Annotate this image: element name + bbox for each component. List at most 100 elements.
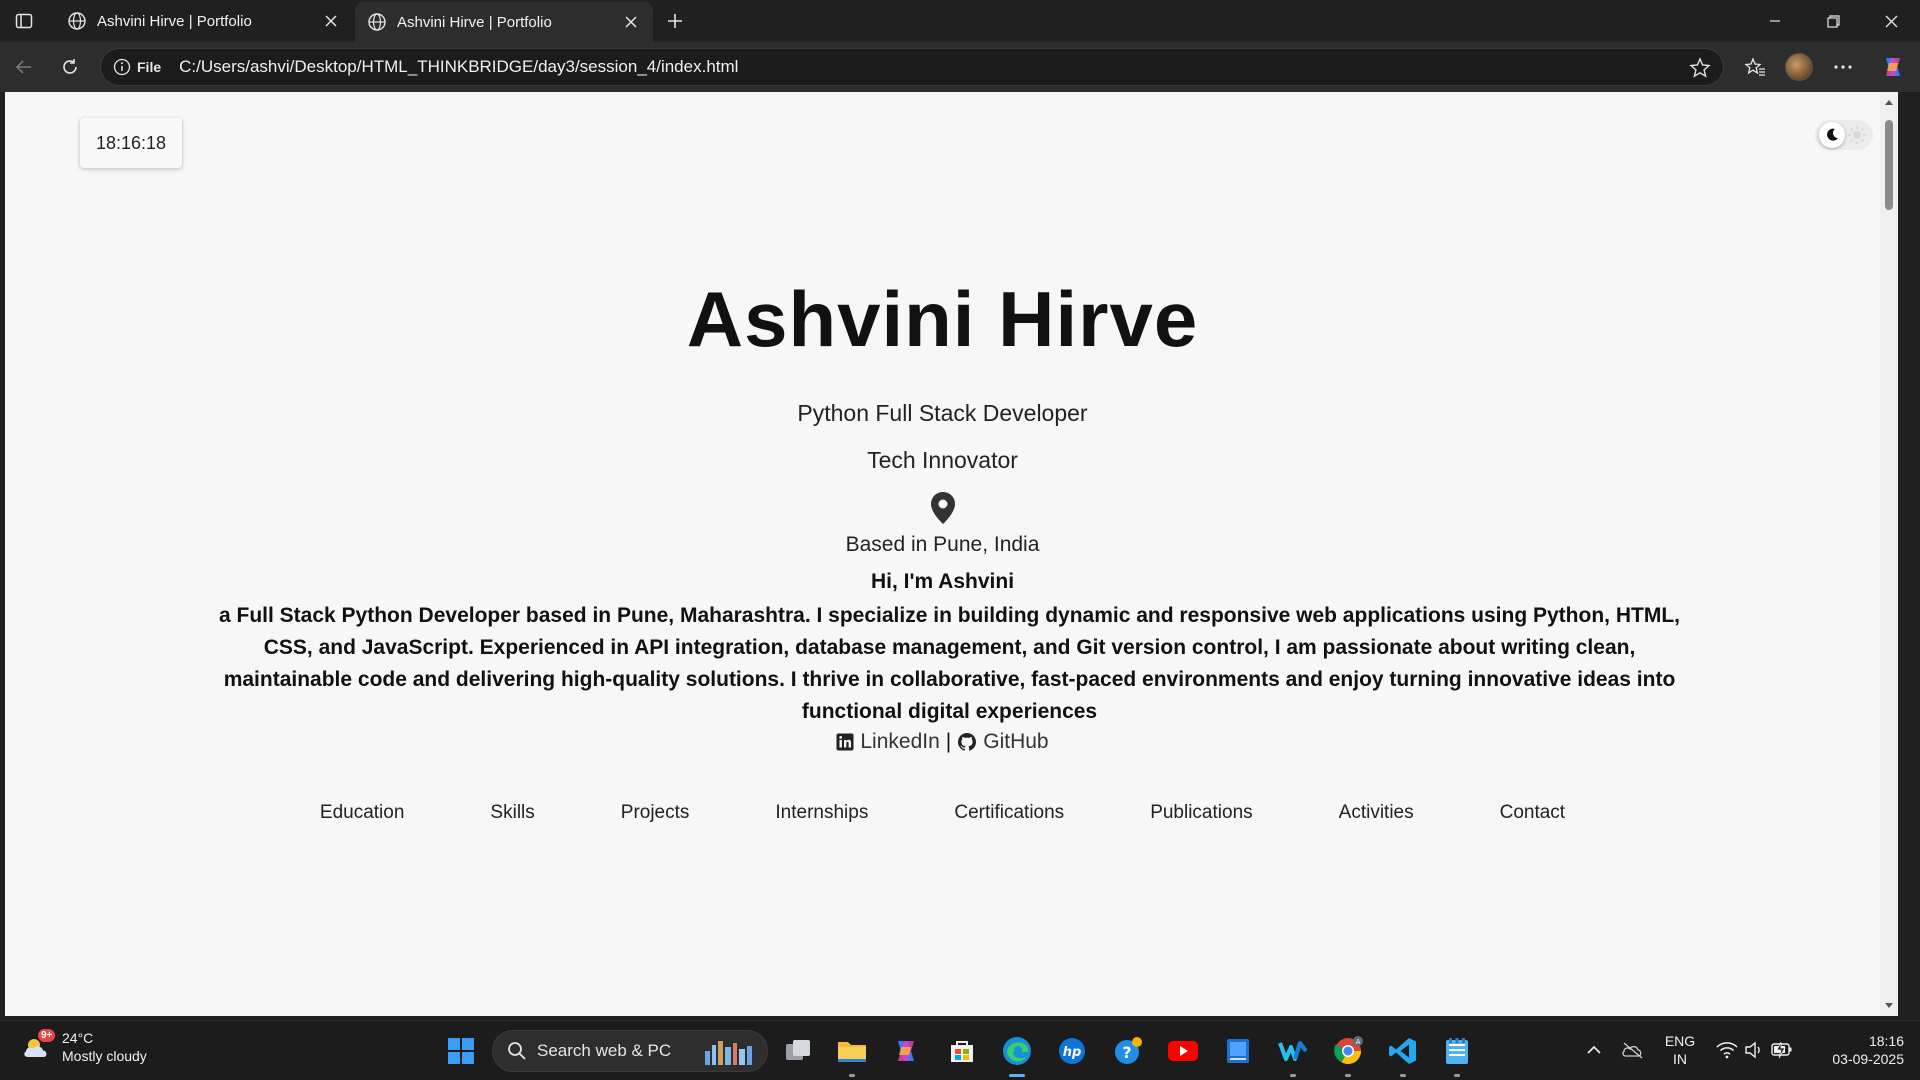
linkedin-link[interactable]: LinkedIn (836, 730, 940, 754)
close-icon (625, 16, 637, 28)
taskbar-app-blue[interactable] (1218, 1031, 1258, 1071)
nav-education[interactable]: Education (277, 802, 448, 824)
linkedin-label: LinkedIn (860, 730, 940, 753)
taskbar-notepad[interactable] (1437, 1031, 1477, 1077)
chevron-up-icon (1587, 1045, 1601, 1054)
nav-projects[interactable]: Projects (578, 802, 733, 824)
nav-publications[interactable]: Publications (1107, 802, 1295, 824)
star-icon (1689, 57, 1711, 78)
page-title: Ashvini Hirve (686, 275, 1199, 363)
arrow-left-icon (15, 60, 31, 74)
taskbar-edge[interactable] (997, 1031, 1037, 1077)
location-text: Based in Pune, India (845, 533, 1040, 556)
github-label: GitHub (983, 730, 1049, 753)
scroll-down-arrow-icon[interactable] (1884, 1000, 1894, 1010)
taskbar-file-explorer[interactable] (832, 1031, 872, 1077)
address-bar[interactable]: File C:/Users/ashvi/Desktop/HTML_THINKBR… (100, 48, 1724, 86)
nav-activities[interactable]: Activities (1296, 802, 1457, 824)
sun-icon (1848, 126, 1866, 144)
profile-button[interactable] (1782, 51, 1816, 83)
taskbar-vscode[interactable] (1383, 1031, 1423, 1077)
moon-icon (1827, 128, 1838, 141)
linkedin-icon (836, 733, 854, 751)
svg-text:A: A (1356, 1038, 1361, 1046)
help-icon: ? (1115, 1037, 1142, 1064)
onedrive-button[interactable] (1618, 1035, 1648, 1065)
close-window-button[interactable] (1862, 0, 1920, 42)
cloud-offline-icon (1622, 1042, 1643, 1059)
minimize-icon (1770, 20, 1780, 22)
svg-text:hp: hp (1063, 1045, 1082, 1060)
taskbar-copilot[interactable] (886, 1031, 926, 1071)
taskbar-chrome[interactable]: A (1328, 1031, 1368, 1077)
theme-toggle[interactable] (1815, 120, 1873, 150)
task-view-button[interactable] (778, 1031, 818, 1071)
back-button[interactable] (8, 51, 40, 83)
taskbar-clock[interactable]: 18:16 03-09-2025 (1808, 1032, 1904, 1068)
weather-badge: 9+ (38, 1029, 56, 1042)
taskbar-search[interactable]: Search web & PC (492, 1030, 768, 1072)
scrollbar-thumb[interactable] (1885, 120, 1893, 210)
close-icon (325, 15, 337, 27)
copilot-button[interactable] (1876, 51, 1910, 83)
social-separator: | (945, 730, 952, 753)
favorites-button[interactable] (1738, 51, 1772, 83)
vscode-icon (1389, 1038, 1416, 1064)
github-link[interactable]: GitHub (957, 730, 1049, 754)
info-icon (113, 58, 131, 76)
nav-internships[interactable]: Internships (732, 802, 911, 824)
scroll-up-arrow-icon[interactable] (1884, 98, 1894, 108)
taskbar-hp[interactable]: hp (1052, 1031, 1092, 1071)
close-tab-button[interactable] (321, 11, 341, 31)
tab-title: Ashvini Hirve | Portfolio (397, 13, 552, 31)
task-view-icon (786, 1040, 810, 1060)
restore-button[interactable] (1804, 0, 1862, 42)
more-options-button[interactable] (1826, 51, 1860, 83)
taskbar-youtube[interactable] (1163, 1031, 1203, 1071)
taskbar-store[interactable] (942, 1031, 982, 1071)
weather-widget[interactable]: 9+ 24°C Mostly cloudy (20, 1029, 147, 1065)
tab-actions-button[interactable] (8, 6, 40, 36)
weather-condition: Mostly cloudy (62, 1048, 147, 1064)
nav-certifications[interactable]: Certifications (911, 802, 1107, 824)
youtube-icon (1168, 1041, 1198, 1061)
toggle-knob (1819, 122, 1845, 148)
reload-icon (63, 59, 77, 74)
browser-tab-1[interactable]: Ashvini Hirve | Portfolio (55, 2, 353, 40)
reload-button[interactable] (54, 51, 86, 83)
windows-icon (448, 1038, 474, 1064)
globe-icon (68, 12, 86, 30)
nav-skills[interactable]: Skills (447, 802, 577, 824)
restore-icon (1826, 14, 1840, 28)
webex-icon (1278, 1041, 1308, 1061)
browser-tab-bar: Ashvini Hirve | Portfolio Ashvini Hirve … (0, 0, 1920, 42)
battery-button[interactable] (1768, 1035, 1796, 1065)
url-text[interactable]: C:/Users/ashvi/Desktop/HTML_THINKBRIDGE/… (179, 57, 738, 77)
taskbar: 9+ 24°C Mostly cloudy Search web & PC hp… (0, 1020, 1920, 1080)
hp-icon: hp (1059, 1038, 1085, 1064)
browser-tab-2[interactable]: Ashvini Hirve | Portfolio (355, 2, 653, 42)
social-links: LinkedIn | GitHub (5, 730, 1880, 754)
book-icon (1227, 1039, 1249, 1063)
nav-contact[interactable]: Contact (1457, 802, 1608, 824)
volume-button[interactable] (1742, 1035, 1766, 1065)
favorites-icon (1744, 57, 1765, 76)
taskbar-get-help[interactable]: ? (1108, 1031, 1148, 1071)
start-button[interactable] (441, 1031, 481, 1071)
taskbar-webex[interactable] (1273, 1031, 1313, 1077)
show-hidden-icons-button[interactable] (1582, 1035, 1606, 1065)
site-info-button[interactable]: File (113, 58, 161, 76)
minimize-button[interactable] (1746, 0, 1804, 42)
role-primary: Python Full Stack Developer (797, 400, 1088, 426)
copilot-icon (898, 1041, 914, 1061)
new-tab-button[interactable] (660, 6, 690, 36)
network-button[interactable] (1714, 1035, 1740, 1065)
github-icon (958, 733, 977, 751)
language-indicator[interactable]: ENG IN (1660, 1032, 1700, 1068)
close-tab-button[interactable] (621, 12, 641, 32)
digital-clock: 18:16:18 (80, 118, 182, 168)
copilot-icon (1886, 58, 1900, 76)
page-scrollbar[interactable] (1880, 92, 1898, 1016)
greeting-heading: Hi, I'm Ashvini (870, 570, 1015, 593)
favorite-button[interactable] (1689, 57, 1711, 83)
